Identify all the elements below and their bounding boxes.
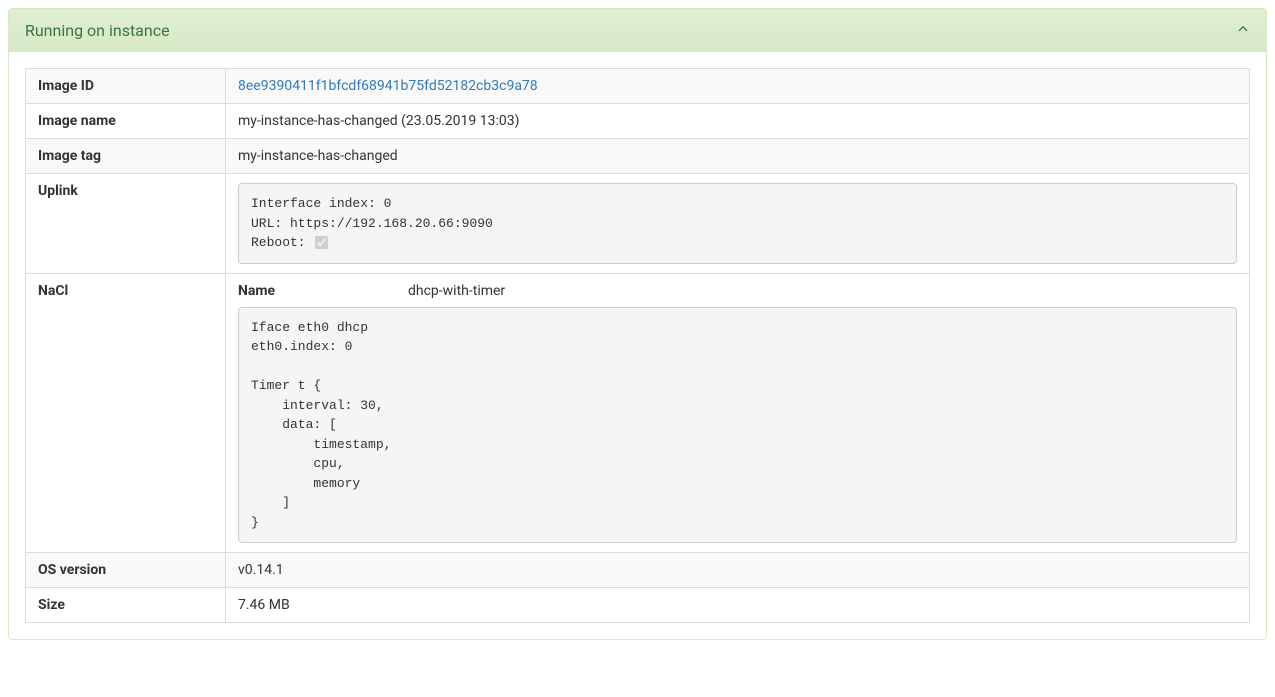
table-row: Image ID 8ee9390411f1bfcdf68941b75fd5218… xyxy=(26,69,1250,104)
table-row: Image name my-instance-has-changed (23.0… xyxy=(26,104,1250,139)
os-version-value: v0.14.1 xyxy=(226,553,1250,588)
nacl-name-label: Name xyxy=(238,283,408,299)
nacl-header: Name dhcp-with-timer xyxy=(238,283,1237,299)
chevron-up-icon xyxy=(1236,22,1250,40)
uplink-interface-index: Interface index: 0 xyxy=(251,194,1224,214)
image-name-value: my-instance-has-changed (23.05.2019 13:0… xyxy=(226,104,1250,139)
image-id-label: Image ID xyxy=(26,69,226,104)
panel-header[interactable]: Running on instance xyxy=(9,9,1266,52)
table-row: NaCl Name dhcp-with-timer Iface eth0 dhc… xyxy=(26,273,1250,553)
image-tag-value: my-instance-has-changed xyxy=(226,139,1250,174)
nacl-container: Name dhcp-with-timer Iface eth0 dhcp eth… xyxy=(238,283,1237,544)
table-row: Size 7.46 MB xyxy=(26,588,1250,623)
panel-body: Image ID 8ee9390411f1bfcdf68941b75fd5218… xyxy=(9,52,1266,639)
uplink-cell: Interface index: 0URL: https://192.168.2… xyxy=(226,174,1250,274)
image-tag-label: Image tag xyxy=(26,139,226,174)
uplink-reboot-label: Reboot: xyxy=(251,235,313,250)
size-value: 7.46 MB xyxy=(226,588,1250,623)
instance-panel: Running on instance Image ID 8ee9390411f… xyxy=(8,8,1267,640)
nacl-cell: Name dhcp-with-timer Iface eth0 dhcp eth… xyxy=(226,273,1250,553)
image-id-cell: 8ee9390411f1bfcdf68941b75fd52182cb3c9a78 xyxy=(226,69,1250,104)
uplink-label: Uplink xyxy=(26,174,226,274)
nacl-name-value: dhcp-with-timer xyxy=(408,283,1237,299)
uplink-reboot-checkbox xyxy=(315,236,328,249)
nacl-label: NaCl xyxy=(26,273,226,553)
panel-title: Running on instance xyxy=(25,21,170,40)
uplink-block: Interface index: 0URL: https://192.168.2… xyxy=(238,183,1237,264)
size-label: Size xyxy=(26,588,226,623)
nacl-code-block: Iface eth0 dhcp eth0.index: 0 Timer t { … xyxy=(238,307,1237,544)
image-name-label: Image name xyxy=(26,104,226,139)
table-row: Image tag my-instance-has-changed xyxy=(26,139,1250,174)
os-version-label: OS version xyxy=(26,553,226,588)
uplink-url: URL: https://192.168.20.66:9090 xyxy=(251,214,1224,234)
table-row: Uplink Interface index: 0URL: https://19… xyxy=(26,174,1250,274)
instance-info-table: Image ID 8ee9390411f1bfcdf68941b75fd5218… xyxy=(25,68,1250,623)
table-row: OS version v0.14.1 xyxy=(26,553,1250,588)
image-id-link[interactable]: 8ee9390411f1bfcdf68941b75fd52182cb3c9a78 xyxy=(238,78,538,94)
